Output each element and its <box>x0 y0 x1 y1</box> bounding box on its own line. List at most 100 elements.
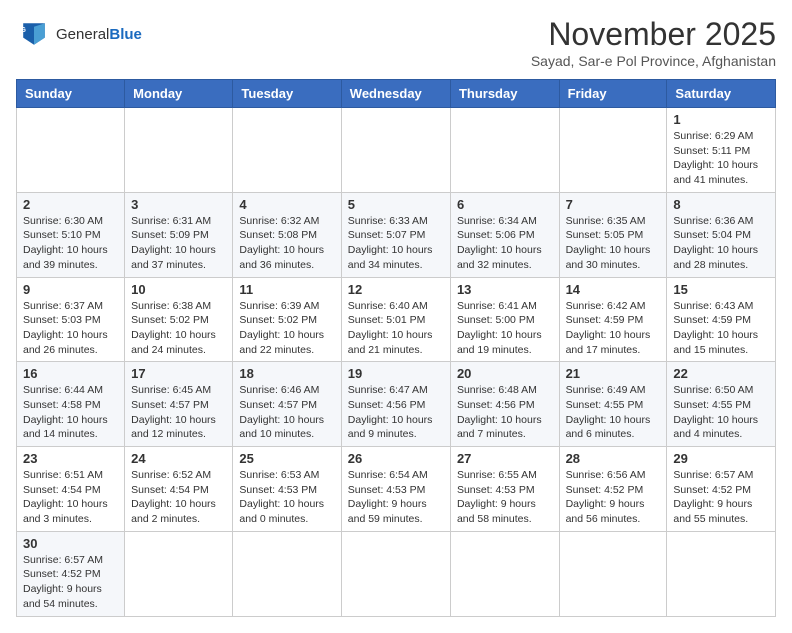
day-info: Sunrise: 6:45 AM Sunset: 4:57 PM Dayligh… <box>131 383 226 442</box>
day-info: Sunrise: 6:39 AM Sunset: 5:02 PM Dayligh… <box>239 299 334 358</box>
calendar-cell: 11 Sunrise: 6:39 AM Sunset: 5:02 PM Dayli… <box>233 277 341 362</box>
calendar-week-row: 30Sunrise: 6:57 AM Sunset: 4:52 PM Dayli… <box>17 531 776 616</box>
logo-text: GeneralBlue <box>56 26 142 43</box>
calendar-cell: 15Sunrise: 6:43 AM Sunset: 4:59 PM Dayli… <box>667 277 776 362</box>
day-number: 17 <box>131 366 226 381</box>
day-number: 28 <box>566 451 661 466</box>
calendar-cell <box>450 108 559 193</box>
month-title: November 2025 <box>531 16 776 53</box>
day-info: Sunrise: 6:37 AM Sunset: 5:03 PM Dayligh… <box>23 299 118 358</box>
day-number: 15 <box>673 282 769 297</box>
day-number: 26 <box>348 451 444 466</box>
day-info: Sunrise: 6:32 AM Sunset: 5:08 PM Dayligh… <box>239 214 334 273</box>
day-info: Sunrise: 6:44 AM Sunset: 4:58 PM Dayligh… <box>23 383 118 442</box>
col-friday: Friday <box>559 80 667 108</box>
calendar-table: Sunday Monday Tuesday Wednesday Thursday… <box>16 79 776 617</box>
day-number: 16 <box>23 366 118 381</box>
day-number: 21 <box>566 366 661 381</box>
day-info: Sunrise: 6:30 AM Sunset: 5:10 PM Dayligh… <box>23 214 118 273</box>
day-number: 30 <box>23 536 118 551</box>
day-info: Sunrise: 6:36 AM Sunset: 5:04 PM Dayligh… <box>673 214 769 273</box>
calendar-cell: 12 Sunrise: 6:40 AM Sunset: 5:01 PM Dayli… <box>341 277 450 362</box>
day-info: Sunrise: 6:40 AM Sunset: 5:01 PM Dayligh… <box>348 299 444 358</box>
day-info: Sunrise: 6:31 AM Sunset: 5:09 PM Dayligh… <box>131 214 226 273</box>
day-info: Sunrise: 6:29 AM Sunset: 5:11 PM Dayligh… <box>673 129 769 188</box>
day-info: Sunrise: 6:52 AM Sunset: 4:54 PM Dayligh… <box>131 468 226 527</box>
day-number: 18 <box>239 366 334 381</box>
calendar-cell: 8 Sunrise: 6:36 AM Sunset: 5:04 PM Daylig… <box>667 192 776 277</box>
day-info: Sunrise: 6:41 AM Sunset: 5:00 PM Dayligh… <box>457 299 553 358</box>
day-number: 25 <box>239 451 334 466</box>
calendar-cell: 18 Sunrise: 6:46 AM Sunset: 4:57 PM Dayli… <box>233 362 341 447</box>
calendar-cell <box>233 108 341 193</box>
day-number: 10 <box>131 282 226 297</box>
day-info: Sunrise: 6:35 AM Sunset: 5:05 PM Dayligh… <box>566 214 661 273</box>
day-number: 12 <box>348 282 444 297</box>
day-info: Sunrise: 6:57 AM Sunset: 4:52 PM Dayligh… <box>673 468 769 527</box>
calendar-cell: 27 Sunrise: 6:55 AM Sunset: 4:53 PM Dayli… <box>450 447 559 532</box>
calendar-cell: 26Sunrise: 6:54 AM Sunset: 4:53 PM Dayli… <box>341 447 450 532</box>
calendar-cell: 4 Sunrise: 6:32 AM Sunset: 5:08 PM Daylig… <box>233 192 341 277</box>
day-number: 22 <box>673 366 769 381</box>
day-info: Sunrise: 6:38 AM Sunset: 5:02 PM Dayligh… <box>131 299 226 358</box>
day-number: 4 <box>239 197 334 212</box>
calendar-week-row: 16 Sunrise: 6:44 AM Sunset: 4:58 PM Dayli… <box>17 362 776 447</box>
col-thursday: Thursday <box>450 80 559 108</box>
col-wednesday: Wednesday <box>341 80 450 108</box>
day-number: 19 <box>348 366 444 381</box>
calendar-cell: 7 Sunrise: 6:35 AM Sunset: 5:05 PM Daylig… <box>559 192 667 277</box>
day-number: 5 <box>348 197 444 212</box>
day-number: 7 <box>566 197 661 212</box>
calendar-cell: 10 Sunrise: 6:38 AM Sunset: 5:02 PM Dayli… <box>125 277 233 362</box>
day-info: Sunrise: 6:33 AM Sunset: 5:07 PM Dayligh… <box>348 214 444 273</box>
calendar-cell <box>125 108 233 193</box>
calendar-cell: 3 Sunrise: 6:31 AM Sunset: 5:09 PM Daylig… <box>125 192 233 277</box>
calendar-cell: 16 Sunrise: 6:44 AM Sunset: 4:58 PM Dayli… <box>17 362 125 447</box>
day-number: 6 <box>457 197 553 212</box>
col-tuesday: Tuesday <box>233 80 341 108</box>
calendar-week-row: 9Sunrise: 6:37 AM Sunset: 5:03 PM Daylig… <box>17 277 776 362</box>
calendar-cell: 22 Sunrise: 6:50 AM Sunset: 4:55 PM Dayli… <box>667 362 776 447</box>
logo-general: General <box>56 26 109 43</box>
calendar-cell <box>667 531 776 616</box>
day-info: Sunrise: 6:47 AM Sunset: 4:56 PM Dayligh… <box>348 383 444 442</box>
day-info: Sunrise: 6:56 AM Sunset: 4:52 PM Dayligh… <box>566 468 661 527</box>
calendar-cell <box>233 531 341 616</box>
calendar-cell <box>17 108 125 193</box>
day-number: 3 <box>131 197 226 212</box>
page-header: G GeneralBlue November 2025 Sayad, Sar-e… <box>16 16 776 69</box>
calendar-cell <box>559 108 667 193</box>
calendar-cell <box>559 531 667 616</box>
day-number: 11 <box>239 282 334 297</box>
logo-blue-text: Blue <box>109 26 142 43</box>
day-number: 8 <box>673 197 769 212</box>
day-number: 2 <box>23 197 118 212</box>
logo: G GeneralBlue <box>16 16 142 52</box>
calendar-header-row: Sunday Monday Tuesday Wednesday Thursday… <box>17 80 776 108</box>
svg-text:G: G <box>20 25 26 34</box>
calendar-week-row: 23Sunrise: 6:51 AM Sunset: 4:54 PM Dayli… <box>17 447 776 532</box>
day-number: 29 <box>673 451 769 466</box>
calendar-cell: 28 Sunrise: 6:56 AM Sunset: 4:52 PM Dayli… <box>559 447 667 532</box>
calendar-cell <box>341 531 450 616</box>
calendar-cell <box>450 531 559 616</box>
calendar-cell: 25Sunrise: 6:53 AM Sunset: 4:53 PM Dayli… <box>233 447 341 532</box>
calendar-cell: 29 Sunrise: 6:57 AM Sunset: 4:52 PM Dayli… <box>667 447 776 532</box>
col-monday: Monday <box>125 80 233 108</box>
day-number: 27 <box>457 451 553 466</box>
calendar-cell <box>341 108 450 193</box>
calendar-cell: 21Sunrise: 6:49 AM Sunset: 4:55 PM Dayli… <box>559 362 667 447</box>
day-info: Sunrise: 6:46 AM Sunset: 4:57 PM Dayligh… <box>239 383 334 442</box>
calendar-cell: 5 Sunrise: 6:33 AM Sunset: 5:07 PM Daylig… <box>341 192 450 277</box>
calendar-cell: 2 Sunrise: 6:30 AM Sunset: 5:10 PM Daylig… <box>17 192 125 277</box>
location-subtitle: Sayad, Sar-e Pol Province, Afghanistan <box>531 53 776 69</box>
calendar-week-row: 1Sunrise: 6:29 AM Sunset: 5:11 PM Daylig… <box>17 108 776 193</box>
day-info: Sunrise: 6:55 AM Sunset: 4:53 PM Dayligh… <box>457 468 553 527</box>
day-number: 13 <box>457 282 553 297</box>
day-info: Sunrise: 6:42 AM Sunset: 4:59 PM Dayligh… <box>566 299 661 358</box>
calendar-cell <box>125 531 233 616</box>
calendar-cell: 20Sunrise: 6:48 AM Sunset: 4:56 PM Dayli… <box>450 362 559 447</box>
col-saturday: Saturday <box>667 80 776 108</box>
day-info: Sunrise: 6:50 AM Sunset: 4:55 PM Dayligh… <box>673 383 769 442</box>
calendar-cell: 9Sunrise: 6:37 AM Sunset: 5:03 PM Daylig… <box>17 277 125 362</box>
